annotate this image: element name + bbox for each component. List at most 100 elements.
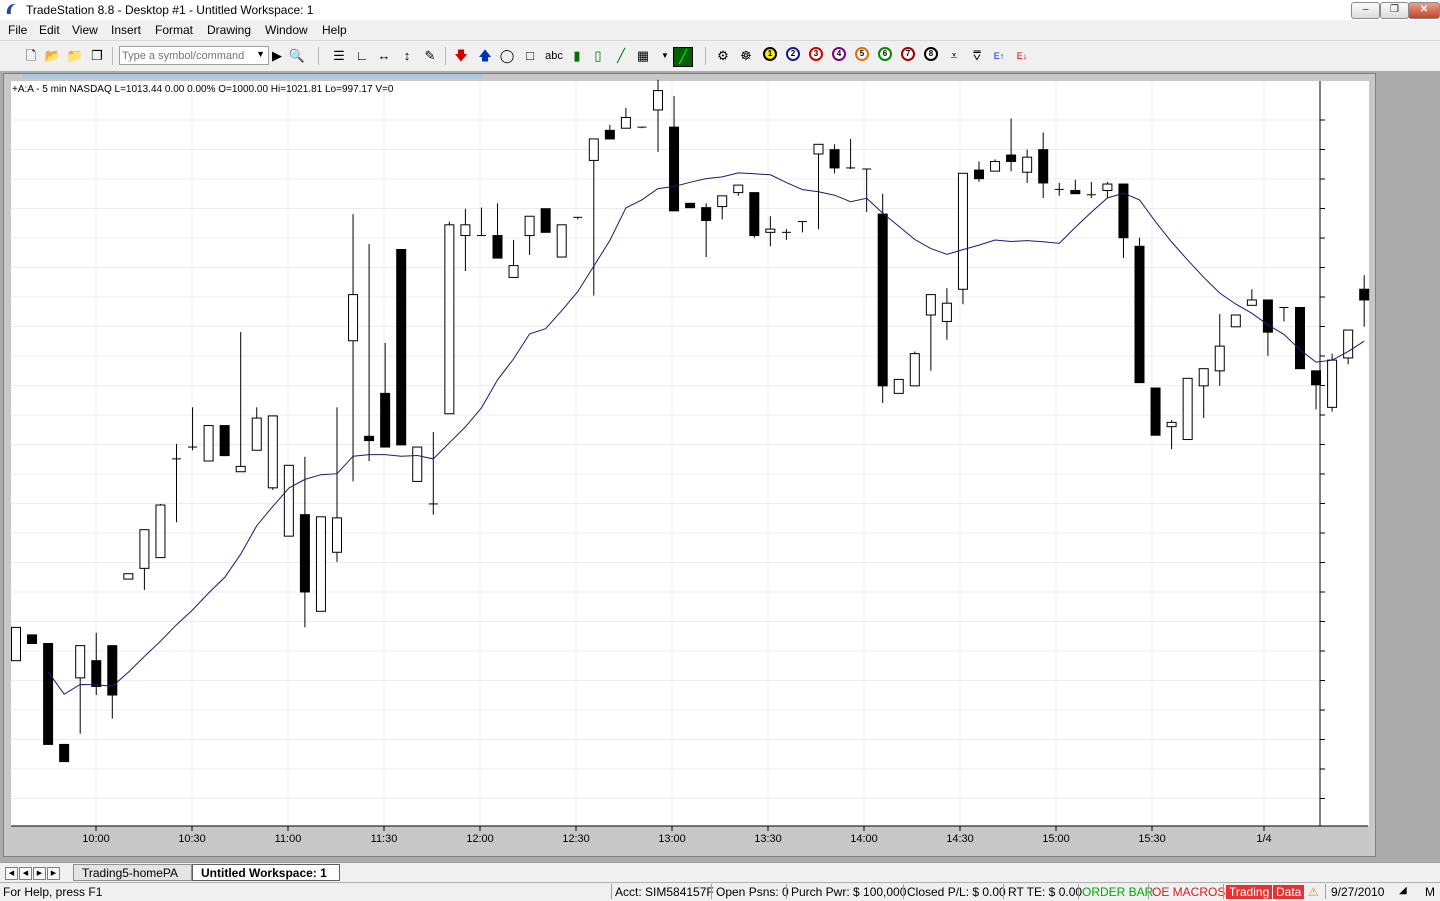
candle[interactable] xyxy=(412,446,423,482)
candle-body xyxy=(203,425,214,462)
purchase-power-text: Purch Pwr: $ 100,000 xyxy=(791,885,907,899)
candle[interactable] xyxy=(1295,306,1305,370)
candle-body xyxy=(1262,299,1273,333)
candle[interactable] xyxy=(27,634,38,644)
candle[interactable] xyxy=(1134,237,1145,384)
status-separator xyxy=(1325,884,1326,899)
candle-body xyxy=(909,353,920,387)
candle-body xyxy=(717,195,728,208)
trading-status-badge: Trading xyxy=(1226,885,1273,899)
tab-last-icon[interactable]: ▶ xyxy=(47,867,60,880)
alert-bell-icon[interactable]: ⚠ xyxy=(1308,885,1319,899)
candle-body xyxy=(27,634,38,644)
candle[interactable] xyxy=(315,516,326,612)
account-text: Acct: SIM584157F xyxy=(615,885,714,899)
candle[interactable] xyxy=(43,643,54,745)
candle-body xyxy=(75,645,86,679)
candle-body xyxy=(941,302,952,322)
oe-macros-button[interactable]: OE MACROS xyxy=(1152,885,1225,899)
candle[interactable] xyxy=(123,573,134,580)
order-bar-button[interactable]: ORDER BAR xyxy=(1082,885,1153,899)
status-separator xyxy=(786,884,787,899)
help-text: For Help, press F1 xyxy=(3,885,103,899)
tab-next-icon[interactable]: ▶ xyxy=(33,867,46,880)
candle[interactable] xyxy=(1182,377,1193,441)
status-bar: For Help, press F1 Acct: SIM584157F Open… xyxy=(0,882,1440,901)
tab-trading5-homepa[interactable]: Trading5-homePA xyxy=(73,864,192,881)
candle[interactable] xyxy=(685,202,696,209)
candle-body xyxy=(556,224,567,258)
candle[interactable] xyxy=(203,425,214,462)
status-separator xyxy=(1223,884,1224,899)
candle-body xyxy=(701,207,712,222)
candle[interactable] xyxy=(396,249,407,446)
candle-body xyxy=(444,224,455,415)
candle-body xyxy=(1102,183,1113,191)
time-axis-label: 10:00 xyxy=(82,833,110,845)
candle-body xyxy=(364,435,375,442)
candle-body xyxy=(604,129,615,140)
candle-body xyxy=(91,660,102,687)
candle[interactable] xyxy=(267,415,278,490)
candle-body xyxy=(1214,345,1225,372)
status-separator xyxy=(611,884,612,899)
candle-body xyxy=(460,224,471,237)
candle-body xyxy=(1134,245,1145,384)
candle[interactable] xyxy=(1150,387,1161,436)
tab-untitled-workspace[interactable]: Untitled Workspace: 1 xyxy=(192,864,340,881)
time-axis-label: 14:30 xyxy=(946,833,974,845)
candle[interactable] xyxy=(283,464,294,537)
candle-body xyxy=(412,446,423,482)
candle-body xyxy=(1198,368,1209,387)
rt-te-text: RT TE: $ 0.00 xyxy=(1008,885,1083,899)
candle[interactable] xyxy=(957,172,968,305)
candle[interactable] xyxy=(556,224,567,258)
status-separator xyxy=(1148,884,1149,899)
candle[interactable] xyxy=(1230,314,1241,328)
candle-body xyxy=(299,514,310,593)
candle-body xyxy=(332,517,342,553)
status-date: 9/27/2010 xyxy=(1331,885,1385,899)
candle[interactable] xyxy=(219,425,230,457)
candle-body xyxy=(957,172,968,290)
tab-prev-icon[interactable]: ◀ xyxy=(19,867,32,880)
candle-body xyxy=(1295,306,1305,370)
candle[interactable] xyxy=(444,221,455,415)
tab-first-icon[interactable]: ◀ xyxy=(5,867,18,880)
candle-body xyxy=(685,202,696,209)
candle-body xyxy=(588,138,599,161)
time-axis-label: 10:30 xyxy=(178,833,206,845)
candle-body xyxy=(396,249,407,446)
time-axis-label: 15:30 xyxy=(1138,833,1166,845)
candle[interactable] xyxy=(155,503,166,559)
time-axis-label: 11:00 xyxy=(275,833,302,845)
candle-body xyxy=(1311,370,1322,386)
time-axis-label: 13:30 xyxy=(754,833,782,845)
status-separator xyxy=(1003,884,1004,899)
candle[interactable] xyxy=(893,378,904,394)
candle-body xyxy=(155,504,166,559)
candle[interactable] xyxy=(59,743,70,763)
candle-body xyxy=(380,392,391,448)
candle-body xyxy=(1359,288,1370,301)
candle[interactable] xyxy=(540,208,551,233)
candle-body xyxy=(1230,314,1241,328)
candle-body xyxy=(492,235,503,259)
candle-body xyxy=(315,516,326,612)
candle-body xyxy=(235,465,246,473)
status-separator xyxy=(903,884,904,899)
candle[interactable] xyxy=(877,193,888,404)
candle-body xyxy=(219,425,230,457)
candle[interactable] xyxy=(1327,353,1338,412)
candle-body xyxy=(283,464,294,537)
candlestick-chart[interactable]: 10:00 10:30 11:00 11:30 12:00 12:30 13:00 13:30… xyxy=(0,0,1440,900)
candle[interactable] xyxy=(11,626,21,662)
candle-body xyxy=(540,208,551,233)
candle[interactable] xyxy=(990,159,1001,172)
status-separator xyxy=(711,884,712,899)
candle-body xyxy=(123,573,134,580)
candle-body xyxy=(1150,387,1161,436)
candle[interactable] xyxy=(909,351,920,387)
candle[interactable] xyxy=(749,192,760,238)
candle-body xyxy=(107,645,118,696)
